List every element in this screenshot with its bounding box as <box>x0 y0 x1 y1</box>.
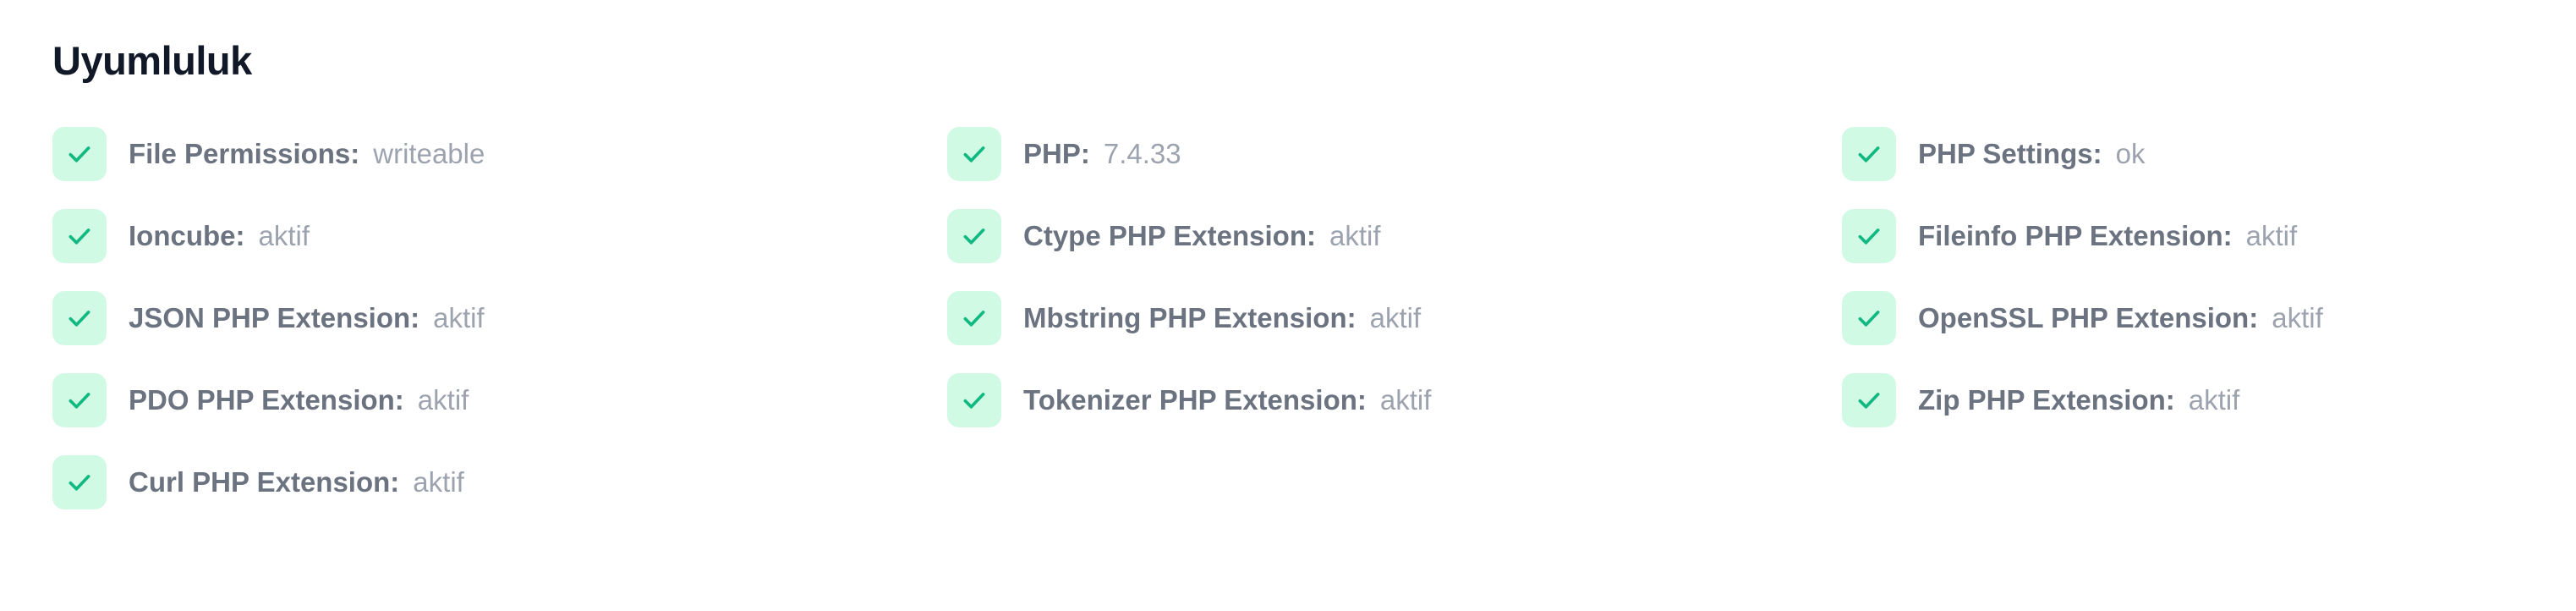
section-title: Uyumluluk <box>52 38 252 83</box>
check-label: Curl PHP Extension: <box>129 466 400 498</box>
check-item-json: JSON PHP Extension: aktif <box>52 291 947 345</box>
check-value: aktif <box>1379 384 1432 416</box>
check-item-fileinfo: Fileinfo PHP Extension: aktif <box>1842 209 2524 263</box>
check-item-curl: Curl PHP Extension: aktif <box>52 455 947 509</box>
check-value: aktif <box>2188 384 2240 416</box>
check-label: Zip PHP Extension: <box>1918 384 2175 416</box>
check-label: File Permissions: <box>129 138 360 169</box>
check-icon <box>947 291 1001 345</box>
check-icon <box>1842 373 1896 427</box>
check-label: Fileinfo PHP Extension: <box>1918 220 2233 251</box>
check-label: PHP: <box>1023 138 1090 169</box>
check-item-php: PHP: 7.4.33 <box>947 127 1842 181</box>
check-value: writeable <box>373 138 485 169</box>
check-label: PHP Settings: <box>1918 138 2102 169</box>
check-item-zip: Zip PHP Extension: aktif <box>1842 373 2524 427</box>
check-icon <box>947 373 1001 427</box>
compatibility-panel: Uyumluluk File Permissions: writeable PH… <box>52 34 2524 509</box>
check-label: OpenSSL PHP Extension: <box>1918 302 2259 333</box>
check-item-ctype: Ctype PHP Extension: aktif <box>947 209 1842 263</box>
check-label: Mbstring PHP Extension: <box>1023 302 1357 333</box>
check-value: aktif <box>258 220 310 251</box>
check-item-ioncube: Ioncube: aktif <box>52 209 947 263</box>
check-icon <box>1842 127 1896 181</box>
check-item-mbstring: Mbstring PHP Extension: aktif <box>947 291 1842 345</box>
check-label: JSON PHP Extension: <box>129 302 420 333</box>
check-value: aktif <box>1369 302 1422 333</box>
check-icon <box>1842 209 1896 263</box>
check-icon <box>52 209 107 263</box>
check-item-openssl: OpenSSL PHP Extension: aktif <box>1842 291 2524 345</box>
compatibility-checks-grid: File Permissions: writeable PHP: 7.4.33 … <box>52 127 2524 537</box>
check-value: 7.4.33 <box>1103 138 1181 169</box>
check-item-php-settings: PHP Settings: ok <box>1842 127 2524 181</box>
check-label: Ctype PHP Extension: <box>1023 220 1316 251</box>
check-item-pdo: PDO PHP Extension: aktif <box>52 373 947 427</box>
check-icon <box>52 373 107 427</box>
check-value: aktif <box>1329 220 1381 251</box>
check-item-tokenizer: Tokenizer PHP Extension: aktif <box>947 373 1842 427</box>
check-value: aktif <box>2272 302 2323 333</box>
check-label: PDO PHP Extension: <box>129 384 404 416</box>
check-icon <box>947 127 1001 181</box>
check-value: aktif <box>2245 220 2298 251</box>
check-value: aktif <box>433 302 485 333</box>
check-value: ok <box>2115 138 2146 169</box>
check-icon <box>52 455 107 509</box>
check-icon <box>52 127 107 181</box>
check-icon <box>947 209 1001 263</box>
check-icon <box>1842 291 1896 345</box>
check-label: Ioncube: <box>129 220 245 251</box>
check-item-file-permissions: File Permissions: writeable <box>52 127 947 181</box>
check-value: aktif <box>417 384 469 416</box>
check-label: Tokenizer PHP Extension: <box>1023 384 1367 416</box>
check-icon <box>52 291 107 345</box>
check-value: aktif <box>413 466 464 498</box>
